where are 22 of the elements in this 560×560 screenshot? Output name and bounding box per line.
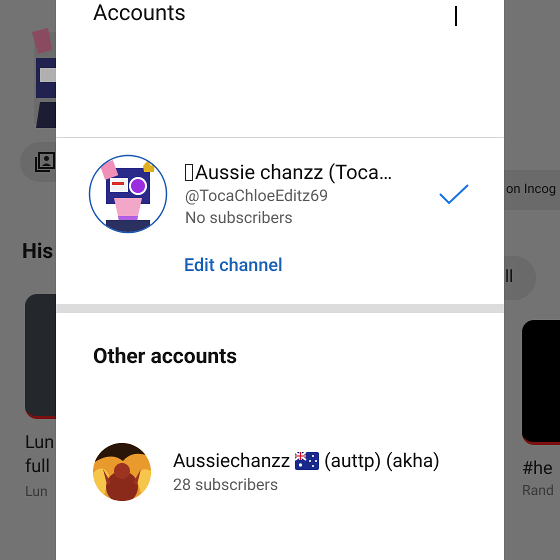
video-title: full [25, 455, 51, 479]
edit-channel-link[interactable]: Edit channel [184, 255, 283, 276]
portrait-icon [34, 151, 56, 173]
account-item[interactable]: Aussiechanzz (auttp) (akha) 28 subscribers [56, 441, 504, 503]
account-name: Aussie chanzz (Toca… [195, 159, 392, 185]
video-title: #he [522, 457, 554, 481]
missing-glyph-icon [185, 164, 193, 180]
view-all-button[interactable]: ll [504, 256, 536, 300]
dialog-title: Accounts [93, 0, 186, 28]
account-name: Aussiechanzz [173, 448, 290, 474]
section-heading: Other accounts [92, 344, 238, 371]
account-handle: @TocaChloeEditz69 [185, 185, 330, 207]
video-title: Lun [25, 431, 56, 455]
subscriber-count: No subscribers [185, 207, 294, 229]
channel-name: Rand [522, 482, 555, 501]
account-name-suffix: (auttp) (akha) [324, 448, 440, 474]
scroll-indicator [455, 6, 457, 26]
subscriber-count: 28 subscribers [173, 474, 280, 496]
section-heading: His [22, 239, 54, 266]
filter-chip[interactable]: on Incog [504, 170, 560, 210]
flag-icon [295, 452, 320, 470]
channel-name: Lun [25, 483, 49, 502]
